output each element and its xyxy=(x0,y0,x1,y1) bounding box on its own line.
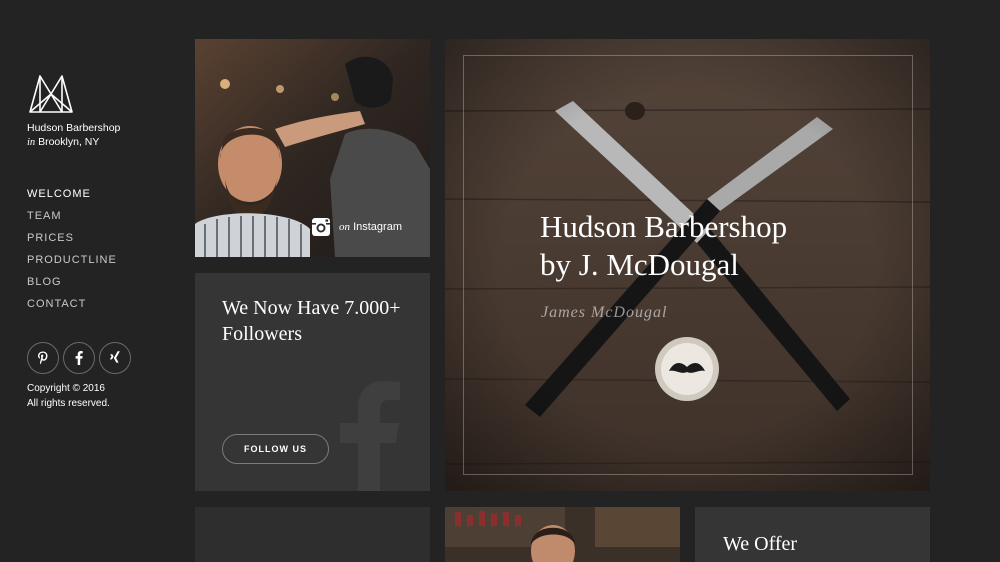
xing-button[interactable] xyxy=(99,342,131,374)
bottom-tile-left xyxy=(195,507,430,562)
instagram-on: on xyxy=(339,221,351,233)
nav-item-team[interactable]: TEAM xyxy=(27,205,117,227)
brand-block: Hudson Barbershop in Brooklyn, NY xyxy=(27,121,120,150)
facebook-icon xyxy=(75,351,83,365)
hero-title: Hudson Barbershop by J. McDougal xyxy=(540,208,860,284)
instagram-tile[interactable]: on Instagram xyxy=(195,39,430,257)
hero-tile: Hudson Barbershop by J. McDougal James M… xyxy=(445,39,930,491)
instagram-label: Instagram xyxy=(353,221,402,233)
followers-heading: We Now Have 7.000+ Followers xyxy=(222,297,401,345)
instagram-link[interactable]: on Instagram xyxy=(311,217,402,237)
social-links xyxy=(27,342,131,374)
follow-us-button[interactable]: FOLLOW US xyxy=(222,434,329,464)
copyright: Copyright © 2016 All rights reserved. xyxy=(27,381,110,411)
nav-item-blog[interactable]: BLOG xyxy=(27,271,117,293)
brand-location-city: Brooklyn, NY xyxy=(38,136,100,148)
nav-item-prices[interactable]: PRICES xyxy=(27,227,117,249)
brand-location-prefix: in xyxy=(27,137,36,148)
rights-line: All rights reserved. xyxy=(27,398,110,409)
nav-item-productline[interactable]: PRODUCTLINE xyxy=(27,249,117,271)
offer-tile: We Offer xyxy=(695,507,930,562)
pinterest-icon xyxy=(38,351,48,365)
hero-signature: James McDougal xyxy=(541,304,668,321)
brand-name: Hudson Barbershop xyxy=(27,122,121,134)
xing-icon xyxy=(109,351,120,363)
hero-title-line1: Hudson Barbershop xyxy=(540,209,788,244)
facebook-button[interactable] xyxy=(63,342,95,374)
sidebar: Hudson Barbershop in Brooklyn, NY WELCOM… xyxy=(0,0,195,562)
logo-icon[interactable] xyxy=(28,74,74,114)
pinterest-button[interactable] xyxy=(27,342,59,374)
main-nav: WELCOME TEAM PRICES PRODUCTLINE BLOG CON… xyxy=(27,183,117,315)
bottom-tile-middle[interactable] xyxy=(445,507,680,562)
facebook-watermark-icon xyxy=(340,381,400,491)
offer-heading: We Offer xyxy=(723,533,798,555)
nav-item-welcome[interactable]: WELCOME xyxy=(27,183,117,205)
barber-portrait-photo xyxy=(445,507,680,562)
copyright-line: Copyright © 2016 xyxy=(27,383,105,394)
hero-title-line2: by J. McDougal xyxy=(540,247,739,282)
instagram-icon xyxy=(312,218,331,236)
followers-tile: We Now Have 7.000+ Followers FOLLOW US xyxy=(195,273,430,491)
brand-location: in Brooklyn, NY xyxy=(27,135,120,150)
nav-item-contact[interactable]: CONTACT xyxy=(27,293,117,315)
